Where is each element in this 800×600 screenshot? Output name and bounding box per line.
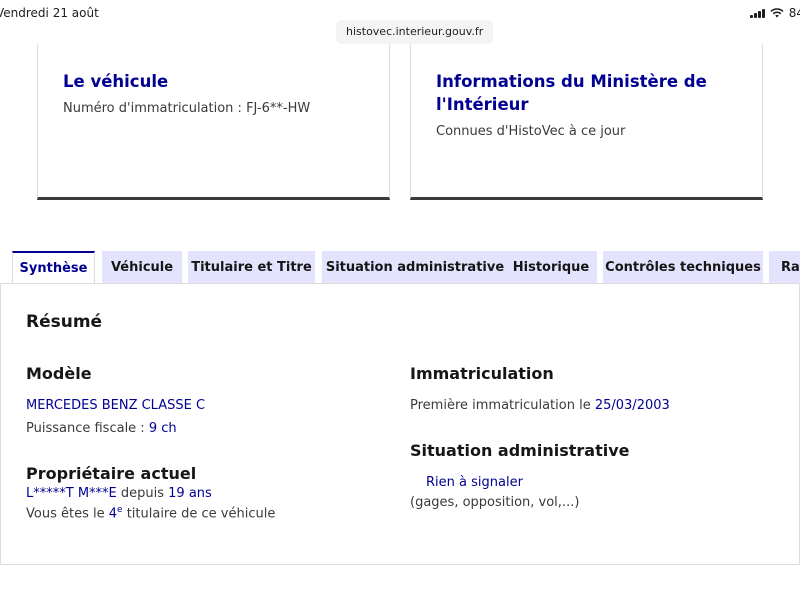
tab-controles-techniques[interactable]: Contrôles techniques (603, 251, 763, 284)
battery-percentage: 84 (788, 6, 800, 20)
status-indicators: 84 (749, 6, 800, 20)
tab-synthese[interactable]: Synthèse (12, 251, 95, 284)
immat-date: 25/03/2003 (594, 398, 670, 413)
vehicle-card-title: Le véhicule (63, 72, 169, 91)
rank-prefix: Vous êtes le (26, 506, 109, 522)
tab-vehicule[interactable]: Véhicule (102, 251, 182, 284)
address-bar[interactable]: histovec.interieur.gouv.fr (336, 20, 494, 44)
proprietaire-name: L*****T M***E (26, 486, 117, 501)
modele-heading: Modèle (26, 364, 92, 383)
resume-heading: Résumé (26, 312, 103, 332)
tab-situation-administrative[interactable]: Situation administrative (322, 251, 508, 284)
ministere-card-description: Connues d'HistoVec à ce jour (436, 124, 626, 139)
immat-label: Première immatriculation le (410, 398, 595, 413)
tab-historique[interactable]: Historique (505, 251, 597, 284)
status-date: Vendredi 21 août (0, 6, 99, 20)
titulaire-rank: Vous êtes le 4e titulaire de ce véhicule (26, 505, 275, 521)
premiere-immatriculation: Première immatriculation le 25/03/2003 (410, 398, 670, 413)
ministere-card: Informations du Ministère de l'Intérieur… (410, 44, 763, 200)
tab-rapport[interactable]: Rap (769, 251, 800, 284)
situation-detail: (gages, opposition, vol,...) (410, 495, 580, 510)
vehicle-card: Le véhicule Numéro d'immatriculation : F… (37, 44, 390, 200)
situation-heading: Situation administrative (410, 441, 630, 460)
tab-titulaire-et-titre[interactable]: Titulaire et Titre (188, 251, 315, 284)
situation-status: Rien à signaler (426, 475, 523, 490)
depuis-value: 19 ans (168, 486, 212, 501)
rank-suffix: titulaire de ce véhicule (122, 506, 276, 522)
immatriculation-heading: Immatriculation (410, 364, 554, 383)
depuis-label: depuis (116, 486, 169, 501)
rank-number: 4 (108, 506, 118, 522)
modele-name: MERCEDES BENZ CLASSE C (26, 398, 206, 413)
proprietaire-heading: Propriétaire actuel (26, 464, 197, 483)
puissance-value: 9 ch (148, 421, 177, 436)
puissance-label: Puissance fiscale : (26, 421, 149, 436)
puissance-fiscale: Puissance fiscale : 9 ch (26, 421, 177, 436)
proprietaire-line: L*****T M***E depuis 19 ans (26, 486, 212, 501)
cellular-signal-icon (749, 8, 765, 18)
wifi-icon (770, 8, 784, 18)
ministere-card-title: Informations du Ministère de l'Intérieur (436, 72, 707, 114)
synthese-panel: Résumé Modèle MERCEDES BENZ CLASSE C Pui… (0, 283, 800, 565)
vehicle-card-description: Numéro d'immatriculation : FJ-6**-HW (63, 101, 311, 116)
